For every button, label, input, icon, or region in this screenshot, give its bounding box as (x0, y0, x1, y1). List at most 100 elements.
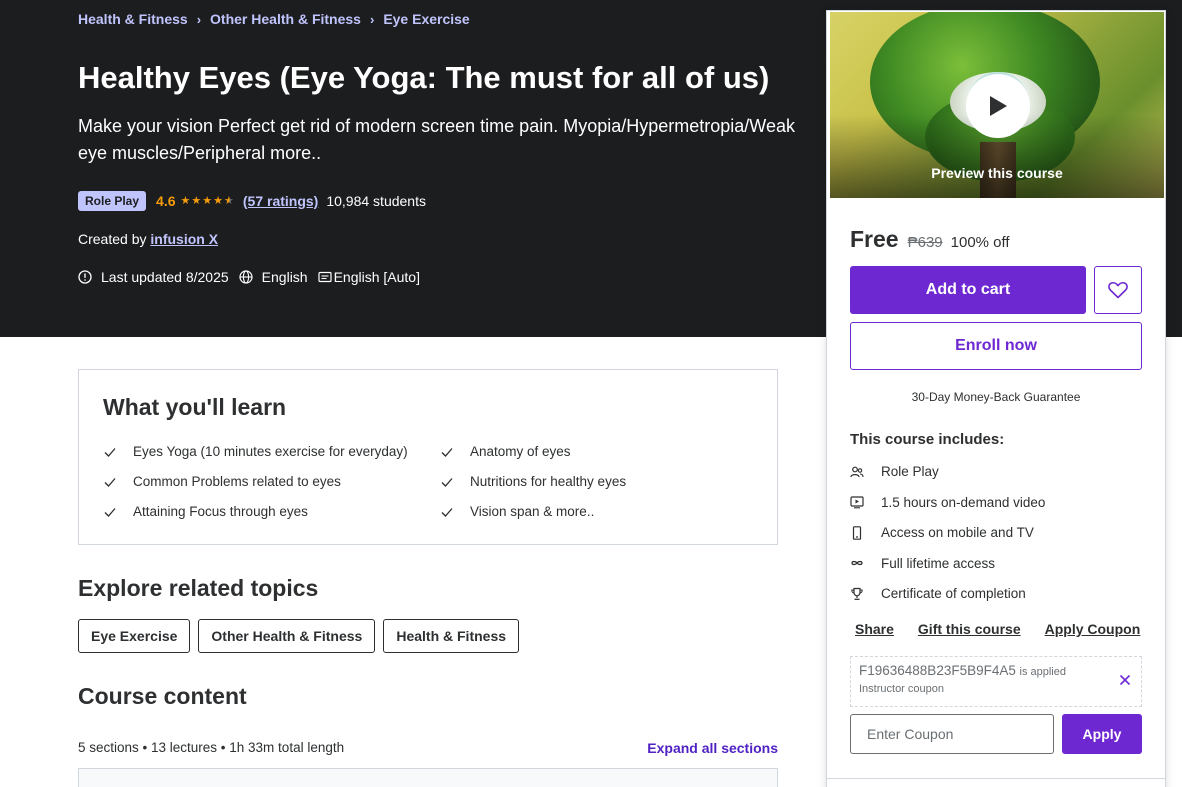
check-icon (441, 447, 453, 457)
learn-item-text: Common Problems related to eyes (133, 474, 341, 489)
includes-list: Role Play 1.5 hours on-demand video Acce… (850, 463, 1045, 616)
enroll-now-button[interactable]: Enroll now (850, 322, 1142, 370)
what-youll-learn: What you'll learn Eyes Yoga (10 minutes … (78, 369, 778, 545)
purchase-sidebar: Preview this course Free ₱639 100% off A… (826, 10, 1166, 787)
original-price: ₱639 (907, 234, 943, 251)
play-button[interactable] (966, 74, 1030, 138)
captions: English [Auto] (317, 269, 420, 285)
sidebar-divider (827, 778, 1165, 779)
coupon-type: Instructor coupon (859, 683, 944, 695)
instructor-link[interactable]: infusion X (150, 231, 218, 247)
include-item: Full lifetime access (850, 555, 1045, 572)
breadcrumb: Health & Fitness › Other Health & Fitnes… (78, 11, 470, 27)
include-item: Certificate of completion (850, 585, 1045, 602)
heart-icon (1108, 281, 1128, 299)
check-icon (104, 447, 116, 457)
check-icon (104, 507, 116, 517)
sidebar-actions: Share Gift this course Apply Coupon (855, 621, 1140, 637)
include-item: Access on mobile and TV (850, 524, 1045, 541)
learn-item-text: Nutritions for healthy eyes (470, 474, 627, 489)
coupon-code: F19636488B23F5B9F4A5 (859, 663, 1016, 678)
breadcrumb-eye-exercise[interactable]: Eye Exercise (383, 11, 469, 27)
course-preview[interactable]: Preview this course (830, 12, 1164, 198)
course-section-panel[interactable] (78, 768, 778, 787)
captions-icon (317, 270, 332, 284)
play-icon (990, 96, 1007, 116)
topic-health-fitness[interactable]: Health & Fitness (383, 619, 520, 653)
language: English (239, 269, 308, 285)
created-by: Created by infusion X (78, 231, 218, 247)
related-topics: Eye Exercise Other Health & Fitness Heal… (78, 619, 527, 653)
coupon-input[interactable] (850, 714, 1054, 754)
related-topics-title: Explore related topics (78, 575, 319, 601)
star-rating: ★ ★ ★ ★ ★ (181, 194, 235, 207)
alert-circle-icon (78, 270, 92, 284)
learn-item: Vision span & more.. (440, 503, 753, 520)
learn-title: What you'll learn (103, 394, 287, 420)
course-content-title: Course content (78, 683, 247, 709)
course-subtitle: Make your vision Perfect get rid of mode… (78, 116, 795, 163)
remove-coupon-button[interactable] (1119, 673, 1131, 691)
language-text: English (261, 269, 308, 285)
learn-item: Attaining Focus through eyes (103, 503, 440, 520)
mobile-icon (850, 525, 864, 540)
learn-item-text: Eyes Yoga (10 minutes exercise for every… (133, 444, 408, 459)
students-count: 10,984 students (326, 192, 426, 209)
money-back-guarantee: 30-Day Money-Back Guarantee (911, 390, 1081, 404)
topic-eye-exercise[interactable]: Eye Exercise (78, 619, 191, 653)
learn-item-text: Attaining Focus through eyes (133, 504, 308, 519)
apply-coupon-button[interactable]: Apply (1062, 714, 1142, 754)
learn-list: Eyes Yoga (10 minutes exercise for every… (103, 443, 753, 520)
people-icon (850, 465, 864, 479)
check-icon (104, 477, 116, 487)
captions-text: English [Auto] (333, 269, 420, 285)
include-item: Role Play (850, 463, 1045, 480)
gift-course-link[interactable]: Gift this course (918, 621, 1021, 637)
include-item: 1.5 hours on-demand video (850, 494, 1045, 511)
include-item-text: Certificate of completion (881, 586, 1026, 601)
close-icon (1119, 674, 1131, 686)
current-price: Free (850, 226, 899, 252)
last-updated-text: Last updated 8/2025 (101, 269, 229, 285)
learn-item: Anatomy of eyes (440, 443, 753, 460)
apply-coupon-link[interactable]: Apply Coupon (1045, 621, 1141, 637)
add-to-cart-button[interactable]: Add to cart (850, 266, 1086, 314)
include-item-text: Role Play (881, 464, 939, 479)
infinity-icon (850, 556, 864, 570)
ratings-count-link[interactable]: (57 ratings) (243, 193, 318, 209)
include-item-text: Access on mobile and TV (881, 525, 1034, 540)
role-play-badge: Role Play (78, 190, 147, 211)
created-by-label: Created by (78, 231, 147, 247)
course-title: Healthy Eyes (Eye Yoga: The must for all… (78, 60, 770, 95)
star-icon: ★ (180, 195, 191, 207)
learn-item-text: Vision span & more.. (470, 504, 595, 519)
half-star-icon: ★ (224, 195, 234, 207)
share-link[interactable]: Share (855, 621, 894, 637)
breadcrumb-health-fitness[interactable]: Health & Fitness (78, 11, 188, 27)
learn-item: Common Problems related to eyes (103, 473, 440, 490)
include-item-text: 1.5 hours on-demand video (881, 494, 1046, 510)
topic-other-health-fitness[interactable]: Other Health & Fitness (198, 619, 376, 653)
learn-item: Nutritions for healthy eyes (440, 473, 753, 490)
star-icon: ★ (191, 195, 202, 207)
course-content-summary: 5 sections • 13 lectures • 1h 33m total … (78, 740, 345, 755)
include-item-text: Full lifetime access (881, 555, 996, 571)
rating-row: Role Play 4.6 ★ ★ ★ ★ ★ (57 ratings) 10,… (78, 190, 426, 211)
price-row: Free ₱639 100% off (850, 226, 1010, 253)
wishlist-button[interactable] (1094, 266, 1142, 314)
applied-coupon: F19636488B23F5B9F4A5 is applied Instruct… (850, 656, 1142, 707)
breadcrumb-other-health-fitness[interactable]: Other Health & Fitness (210, 11, 361, 27)
star-icon: ★ (213, 195, 223, 207)
last-updated: Last updated 8/2025 (78, 269, 229, 285)
rating-value: 4.6 (156, 192, 176, 209)
includes-title: This course includes: (850, 431, 1005, 448)
applied-coupon-line: F19636488B23F5B9F4A5 is applied (859, 663, 1133, 678)
chevron-right-icon: › (196, 11, 202, 27)
course-meta: Last updated 8/2025 English English [Aut… (78, 269, 430, 285)
video-icon (850, 495, 864, 509)
check-icon (441, 477, 453, 487)
expand-all-sections-button[interactable]: Expand all sections (647, 740, 778, 756)
trophy-icon (850, 587, 864, 601)
chevron-right-icon: › (369, 11, 375, 27)
discount-percent: 100% off (950, 234, 1010, 251)
